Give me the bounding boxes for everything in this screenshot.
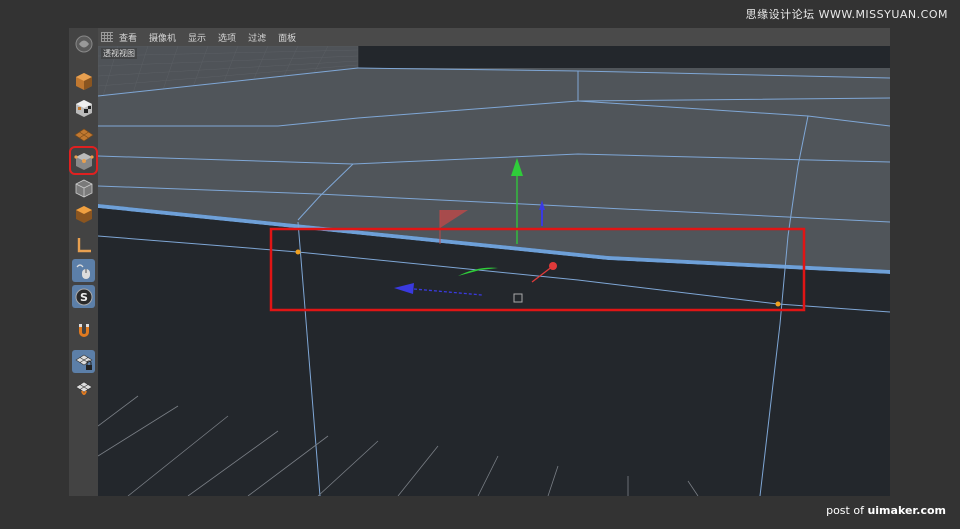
menu-view[interactable]: 查看	[119, 31, 137, 44]
credit-text: post of uimaker.com	[826, 504, 946, 517]
watermark: 思缘设计论坛 WWW.MISSYUAN.COM	[745, 8, 948, 21]
planar-workplane-icon[interactable]	[72, 377, 95, 400]
viewport-label: 透视视图	[101, 48, 137, 59]
viewport-scene	[98, 46, 890, 496]
perspective-viewport[interactable]: 透视视图	[98, 46, 890, 496]
selected-point-left	[295, 249, 301, 255]
cinema4d-window: S 查看 摄像机 显示 选项 过滤 面板 透视视图	[69, 28, 890, 496]
menu-options[interactable]: 选项	[218, 31, 236, 44]
credit-site: uimaker.com	[867, 504, 946, 517]
texture-mode-icon[interactable]	[72, 96, 95, 119]
polygon-mode-icon[interactable]	[72, 202, 95, 225]
tweak-mode-icon[interactable]	[72, 259, 95, 282]
snap-magnet-icon[interactable]	[72, 319, 95, 342]
workplane-mode-icon[interactable]	[72, 123, 95, 146]
menu-filter[interactable]: 过滤	[248, 31, 266, 44]
c4d-logo-icon	[72, 32, 95, 55]
menu-panel[interactable]: 面板	[278, 31, 296, 44]
svg-text:S: S	[80, 291, 88, 304]
axis-mode-icon[interactable]	[72, 233, 95, 256]
selected-point-right	[775, 301, 781, 307]
credit-prefix: post of	[826, 504, 868, 517]
solo-mode-icon[interactable]: S	[72, 285, 95, 308]
menu-display[interactable]: 显示	[188, 31, 206, 44]
point-mode-icon[interactable]	[69, 146, 98, 175]
viewport-menubar: 查看 摄像机 显示 选项 过滤 面板	[98, 28, 890, 46]
menu-camera[interactable]: 摄像机	[149, 31, 176, 44]
edge-mode-icon[interactable]	[72, 176, 95, 199]
locked-workplane-icon[interactable]	[72, 350, 95, 373]
view-layout-icon[interactable]	[101, 32, 113, 42]
left-toolbar: S	[69, 28, 98, 496]
model-mode-icon[interactable]	[72, 69, 95, 92]
